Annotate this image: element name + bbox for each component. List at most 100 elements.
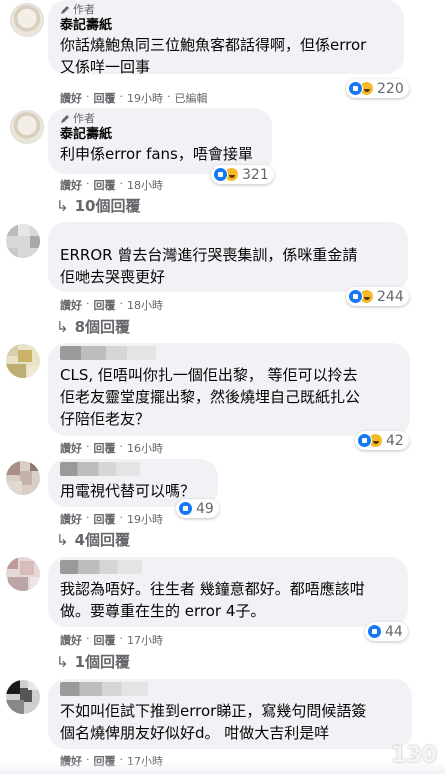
like-reaction-icon bbox=[178, 501, 193, 516]
comment-bubble: 不如叫佢試下推到error睇正，寫幾句問候語簽 個名燒俾朋友好似好d。 咁做大吉… bbox=[48, 679, 412, 749]
author-badge-label: 作者 bbox=[73, 3, 95, 16]
replies-count: 1個回覆 bbox=[74, 653, 131, 671]
separator-dot: · bbox=[86, 440, 90, 453]
like-link[interactable]: 讚好 bbox=[60, 511, 82, 527]
comment-text: 不如叫佢試下推到error睇正，寫幾句問候語簽 個名燒俾朋友好似好d。 咁做大吉… bbox=[60, 702, 367, 742]
reaction-count[interactable]: 42 bbox=[355, 431, 409, 450]
avatar[interactable] bbox=[10, 110, 44, 144]
comment-actions: 讚好 · 回覆 · 19小時 bbox=[60, 511, 163, 527]
comment-text: ERROR 曾去台灣進行哭喪集訓，係咪重金請 佢哋去哭喪更好 bbox=[60, 246, 358, 286]
like-reaction-icon bbox=[348, 81, 363, 96]
reply-link[interactable]: 回覆 bbox=[94, 297, 116, 313]
separator-dot: · bbox=[86, 90, 90, 103]
comment-bubble: 我認為唔好。往生者 幾鐘意都好。都唔應該咁 做。要尊重在生的 error 4子。 bbox=[48, 557, 408, 627]
like-link[interactable]: 讚好 bbox=[60, 632, 82, 648]
timestamp[interactable]: 18小時 bbox=[127, 297, 163, 313]
comment-text: 我認為唔好。往生者 幾鐘意都好。都唔應該咁 做。要尊重在生的 error 4子。 bbox=[60, 580, 365, 620]
reply-link[interactable]: 回覆 bbox=[94, 511, 116, 527]
timestamp[interactable]: 19小時 bbox=[127, 511, 163, 527]
reply-arrow-icon: ↳ bbox=[56, 530, 69, 549]
reaction-count[interactable]: 244 bbox=[346, 287, 409, 306]
comment-actions: 讚好 · 回覆 · 19小時 · 已編輯 bbox=[60, 90, 208, 106]
like-link[interactable]: 讚好 bbox=[60, 297, 82, 313]
comment-bubble: 作者 泰記壽紙 你話燒鮑魚同三位鮑魚客都話得啊，但係error 又係咩一回事 bbox=[48, 0, 404, 76]
reaction-number: 220 bbox=[377, 80, 404, 97]
reaction-number: 244 bbox=[377, 288, 404, 305]
comment-text: 利申係error fans，唔會接單 bbox=[60, 145, 253, 163]
author-badge: 作者 bbox=[60, 112, 260, 126]
reply-arrow-icon: ↳ bbox=[56, 317, 69, 336]
like-link[interactable]: 讚好 bbox=[60, 90, 82, 106]
author-badge: 作者 bbox=[60, 3, 392, 17]
comment-actions: 讚好 · 回覆 · 16小時 bbox=[60, 440, 163, 456]
timestamp[interactable]: 16小時 bbox=[127, 440, 163, 456]
comment-actions: 讚好 · 回覆 · 18小時 bbox=[60, 177, 163, 193]
comment-text: 你話燒鮑魚同三位鮑魚客都話得啊，但係error 又係咩一回事 bbox=[60, 36, 367, 76]
reaction-count[interactable]: 49 bbox=[176, 499, 219, 518]
pencil-icon bbox=[61, 6, 69, 14]
like-reaction-icon bbox=[348, 289, 363, 304]
reply-link[interactable]: 回覆 bbox=[94, 90, 116, 106]
commenter-name-blurred bbox=[60, 682, 148, 696]
separator-dot: · bbox=[86, 177, 90, 190]
reaction-number: 42 bbox=[386, 432, 404, 449]
comment-bubble: ERROR 曾去台灣進行哭喪集訓，係咪重金請 佢哋去哭喪更好 bbox=[48, 222, 408, 292]
watermark-logo: 130 bbox=[391, 743, 437, 768]
comment-actions: 讚好· 回覆· 17小時 bbox=[60, 632, 163, 648]
edited-label: 已編輯 bbox=[174, 92, 208, 105]
avatar[interactable] bbox=[10, 3, 44, 37]
reply-link[interactable]: 回覆 bbox=[94, 632, 116, 648]
separator-dot: · bbox=[119, 511, 124, 524]
like-reaction-icon bbox=[367, 624, 382, 639]
like-reaction-icon bbox=[357, 433, 372, 448]
avatar[interactable] bbox=[6, 461, 40, 495]
timestamp[interactable]: 19小時 bbox=[127, 90, 163, 106]
separator-dot: · bbox=[119, 297, 124, 310]
reaction-number: 321 bbox=[242, 166, 269, 183]
reaction-count[interactable]: 321 bbox=[211, 165, 274, 184]
comment-text: CLS, 佢唔叫你扎一個佢出黎， 等佢可以拎去 佢老友靈堂度擺出黎，然後燒埋自己… bbox=[60, 366, 361, 428]
separator-dot: · bbox=[86, 632, 90, 645]
reply-link[interactable]: 回覆 bbox=[94, 177, 116, 193]
reply-arrow-icon: ↳ bbox=[56, 196, 69, 215]
like-link[interactable]: 讚好 bbox=[60, 177, 82, 193]
timestamp[interactable]: 17小時 bbox=[127, 632, 163, 648]
reply-link[interactable]: 回覆 bbox=[94, 440, 116, 456]
separator-dot: · bbox=[167, 90, 171, 103]
view-replies-link[interactable]: ↳ 1個回覆 bbox=[56, 651, 130, 672]
view-replies-link[interactable]: ↳ 8個回覆 bbox=[56, 316, 130, 337]
reaction-count[interactable]: 44 bbox=[365, 622, 408, 641]
pencil-icon bbox=[61, 115, 69, 123]
bottom-edge bbox=[0, 760, 445, 774]
author-badge-label: 作者 bbox=[73, 112, 95, 125]
avatar[interactable] bbox=[6, 557, 40, 591]
view-replies-link[interactable]: ↳ 10個回覆 bbox=[56, 195, 140, 216]
commenter-name[interactable]: 泰記壽紙 bbox=[60, 17, 392, 34]
commenter-name-blurred bbox=[60, 560, 142, 574]
reaction-number: 44 bbox=[385, 623, 403, 640]
comment-actions: 讚好 · 回覆 · 18小時 bbox=[60, 297, 163, 313]
timestamp[interactable]: 18小時 bbox=[127, 177, 163, 193]
separator-dot: · bbox=[86, 297, 90, 310]
commenter-name[interactable]: 泰記壽紙 bbox=[60, 126, 260, 143]
separator-dot: · bbox=[86, 511, 90, 524]
like-reaction-icon bbox=[213, 167, 228, 182]
separator-dot: · bbox=[119, 632, 124, 645]
commenter-name-blurred bbox=[60, 462, 140, 476]
replies-count: 10個回覆 bbox=[74, 197, 141, 215]
like-link[interactable]: 讚好 bbox=[60, 440, 82, 456]
commenter-name-blurred bbox=[60, 346, 156, 360]
view-replies-link[interactable]: ↳ 4個回覆 bbox=[56, 529, 130, 550]
avatar[interactable] bbox=[6, 344, 40, 378]
separator-dot: · bbox=[119, 90, 124, 103]
comment-bubble: CLS, 佢唔叫你扎一個佢出黎， 等佢可以拎去 佢老友靈堂度擺出黎，然後燒埋自己… bbox=[48, 343, 410, 436]
separator-dot: · bbox=[119, 440, 124, 453]
avatar[interactable] bbox=[6, 224, 40, 258]
replies-count: 8個回覆 bbox=[74, 318, 131, 336]
reaction-count[interactable]: 220 bbox=[346, 79, 409, 98]
replies-count: 4個回覆 bbox=[74, 531, 131, 549]
separator-dot: · bbox=[119, 177, 124, 190]
reply-arrow-icon: ↳ bbox=[56, 652, 69, 671]
avatar[interactable] bbox=[6, 680, 40, 714]
reaction-number: 49 bbox=[196, 500, 214, 517]
